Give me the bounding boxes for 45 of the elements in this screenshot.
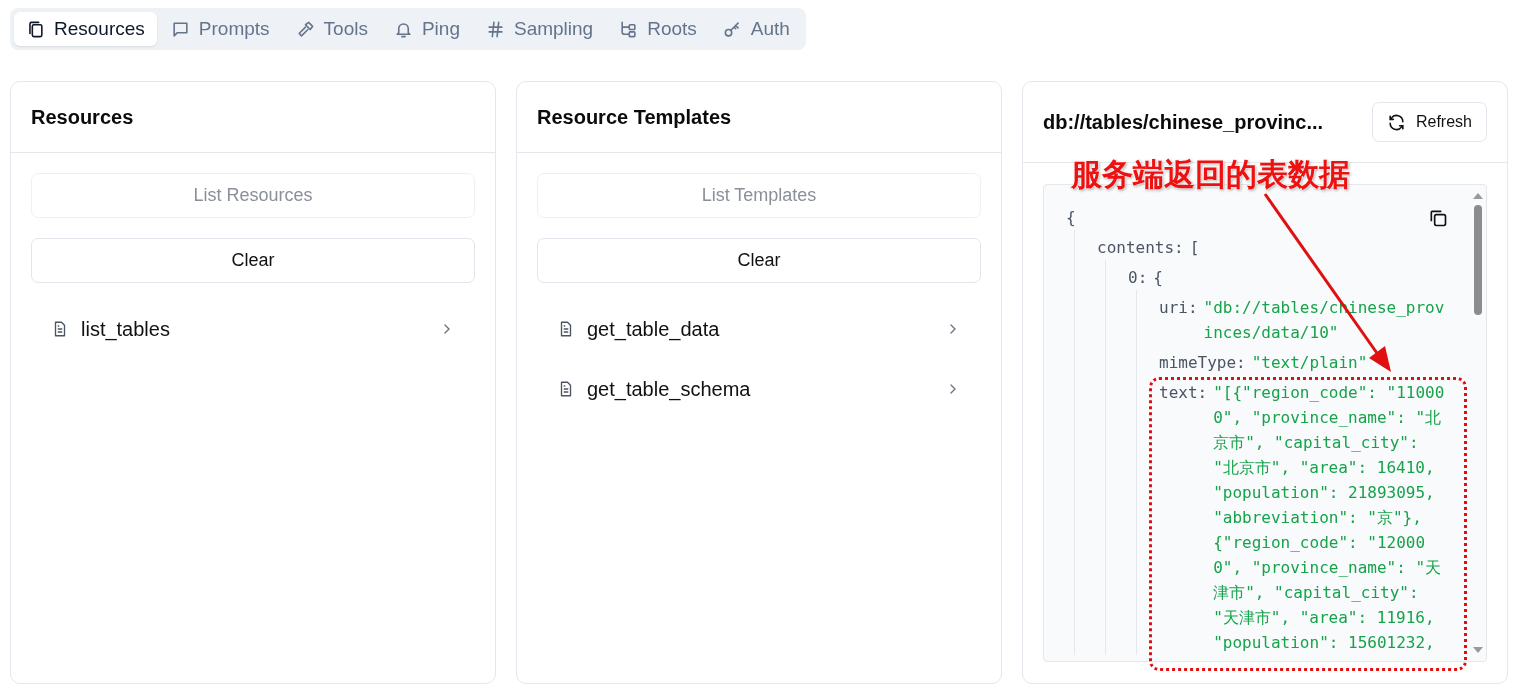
chat-bubble-icon [170, 19, 190, 39]
tab[interactable]: Resources [14, 12, 157, 46]
tab[interactable]: Tools [283, 12, 380, 46]
json-value: 京市", "capital_city": [1213, 432, 1420, 454]
json-key: mimeType: [1159, 350, 1246, 375]
json-value: 0", "province_name": "北 [1213, 407, 1443, 429]
json-bracket: [ [1189, 237, 1200, 259]
panel-title: Resources [31, 105, 134, 129]
tree-icon [619, 19, 639, 39]
json-key: uri: [1159, 295, 1198, 345]
json-value: {"region_code": "12000 [1213, 532, 1427, 554]
json-bracket: { [1153, 267, 1163, 289]
resource-item[interactable]: list_tables [31, 307, 475, 351]
copy-icon[interactable] [1428, 208, 1448, 228]
json-key: 0: [1128, 265, 1148, 290]
json-bracket: { [1066, 207, 1076, 229]
json-value: "population": 15601232, [1213, 632, 1436, 654]
json-value: 津市", "capital_city": [1213, 582, 1420, 604]
tab[interactable]: Ping [381, 12, 472, 46]
resource-item[interactable]: get_table_schema [537, 367, 981, 411]
json-value: "北京市", "area": 16410, [1213, 457, 1436, 479]
tab[interactable]: Prompts [158, 12, 282, 46]
hash-icon [485, 19, 505, 39]
resource-item[interactable]: get_table_data [537, 307, 981, 351]
refresh-icon [1386, 112, 1406, 132]
json-key: contents: [1097, 235, 1184, 260]
tab[interactable]: Auth [710, 12, 802, 46]
json-value: "population": 21893095, [1213, 482, 1436, 504]
panel-title: Resource Templates [537, 105, 732, 129]
json-value: "天津市", "area": 11916, [1213, 607, 1436, 629]
refresh-button[interactable]: Refresh [1371, 102, 1487, 142]
resource-title: db://tables/chinese_provinc... [1043, 110, 1324, 134]
json-value: 0", "province_name": "天 [1213, 557, 1443, 579]
json-value: "abbreviation": "京"}, [1213, 507, 1423, 529]
annotation-label: 服务端返回的表数据 [1071, 155, 1350, 194]
clear-button[interactable]: Clear [537, 238, 981, 283]
tab[interactable]: Sampling [473, 12, 606, 46]
json-key: text: [1159, 380, 1208, 655]
json-value: "text/plain" [1251, 352, 1368, 374]
tab[interactable]: Roots [607, 12, 709, 46]
clear-button[interactable]: Clear [31, 238, 475, 283]
hammer-icon [295, 19, 315, 39]
json-value: "[{"region_code": "11000 [1213, 382, 1445, 404]
documents-icon [26, 19, 45, 39]
json-value: inces/data/10" [1203, 322, 1340, 344]
